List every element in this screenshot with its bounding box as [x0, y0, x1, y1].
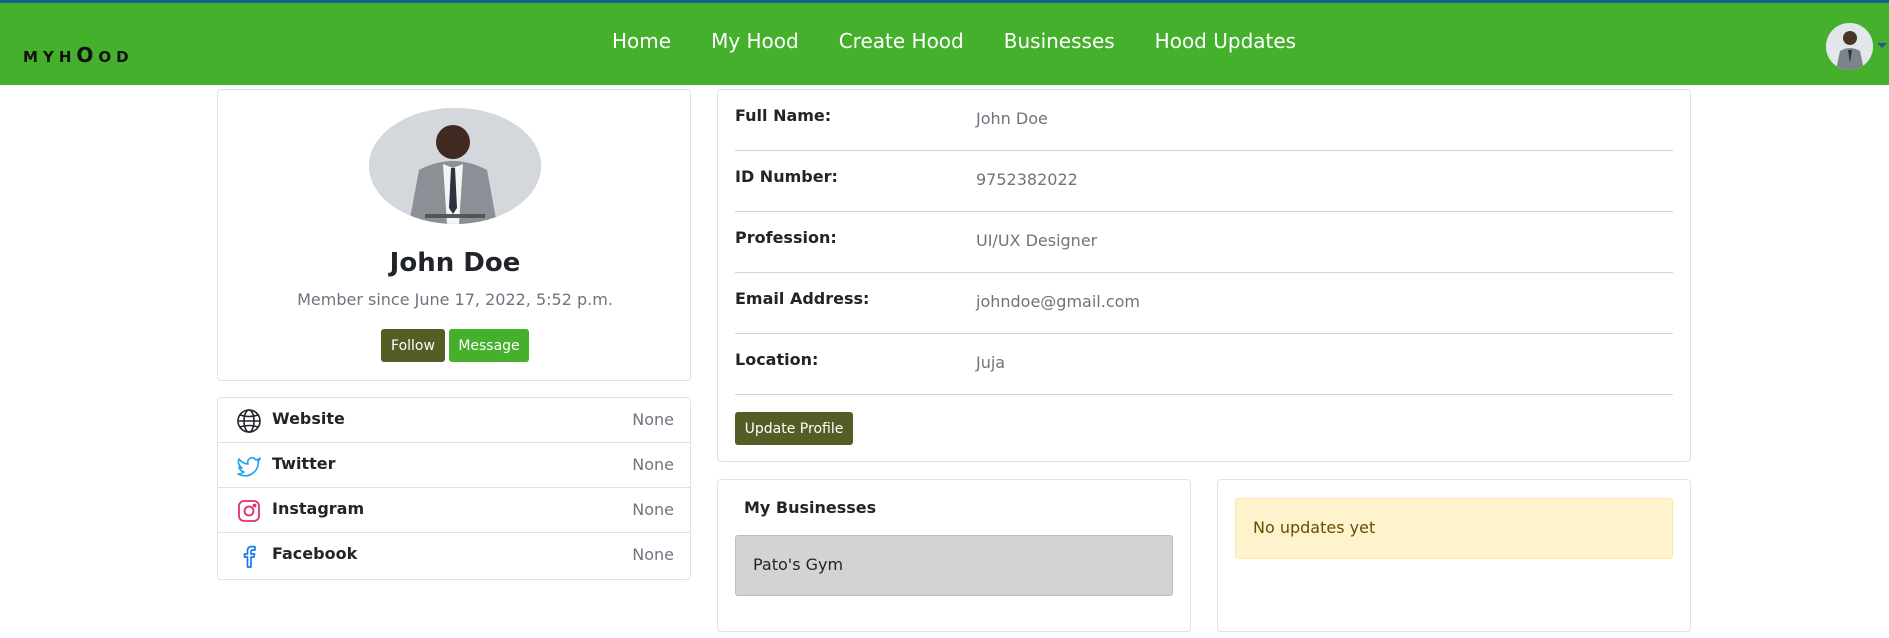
instagram-icon: [236, 498, 262, 524]
detail-row-id-number: ID Number: 9752382022: [735, 151, 1673, 212]
list-item[interactable]: Twitter None: [218, 443, 690, 488]
detail-row-location: Location: Juja: [735, 334, 1673, 395]
detail-label: Profession:: [735, 228, 837, 247]
my-businesses-card: My Businesses Pato's Gym: [717, 479, 1191, 632]
social-label: Twitter: [272, 454, 336, 473]
social-value: None: [632, 410, 674, 429]
detail-value: UI/UX Designer: [976, 231, 1098, 250]
social-label: Facebook: [272, 544, 358, 563]
my-businesses-title: My Businesses: [744, 498, 877, 517]
profile-card: John Doe Member since June 17, 2022, 5:5…: [217, 89, 691, 381]
nav-link-my-hood[interactable]: My Hood: [711, 29, 799, 53]
detail-row-full-name: Full Name: John Doe: [735, 90, 1673, 151]
list-item[interactable]: Instagram None: [218, 488, 690, 533]
profile-details-card: Full Name: John Doe ID Number: 975238202…: [717, 89, 1691, 462]
hood-updates-card: No updates yet: [1217, 479, 1691, 632]
detail-value: 9752382022: [976, 170, 1078, 189]
detail-row-email: Email Address: johndoe@gmail.com: [735, 273, 1673, 334]
detail-label: Full Name:: [735, 106, 832, 125]
business-name: Pato's Gym: [753, 555, 844, 574]
detail-value: johndoe@gmail.com: [976, 292, 1140, 311]
globe-icon: [236, 408, 262, 434]
detail-label: Email Address:: [735, 289, 870, 308]
profile-photo: [369, 108, 541, 224]
twitter-icon: [236, 453, 262, 479]
profile-name: John Doe: [389, 248, 521, 278]
no-updates-alert: No updates yet: [1235, 498, 1673, 559]
navbar: MYHOOD Home My Hood Create Hood Business…: [0, 3, 1889, 85]
chevron-down-icon[interactable]: [1877, 43, 1887, 48]
follow-button[interactable]: Follow: [381, 329, 445, 362]
social-value: None: [632, 455, 674, 474]
social-links-list: Website None Twitter None Instagram None: [217, 397, 691, 580]
detail-label: ID Number:: [735, 167, 838, 186]
facebook-icon: [236, 543, 262, 569]
detail-label: Location:: [735, 350, 819, 369]
nav-links: Home My Hood Create Hood Businesses Hood…: [612, 29, 1336, 53]
member-since-text: Member since June 17, 2022, 5:52 p.m.: [297, 290, 613, 309]
social-value: None: [632, 545, 674, 564]
brand-logo[interactable]: MYHOOD: [23, 43, 134, 67]
update-profile-button[interactable]: Update Profile: [735, 412, 853, 445]
list-item[interactable]: Facebook None: [218, 533, 690, 578]
nav-link-hood-updates[interactable]: Hood Updates: [1155, 29, 1296, 53]
no-updates-text: No updates yet: [1253, 518, 1376, 537]
detail-value: Juja: [976, 353, 1006, 372]
list-item[interactable]: Website None: [218, 398, 690, 443]
nav-link-create-hood[interactable]: Create Hood: [839, 29, 964, 53]
social-label: Website: [272, 409, 345, 428]
social-label: Instagram: [272, 499, 365, 518]
detail-row-profession: Profession: UI/UX Designer: [735, 212, 1673, 273]
detail-value: John Doe: [976, 109, 1048, 128]
business-item[interactable]: Pato's Gym: [735, 535, 1173, 596]
social-value: None: [632, 500, 674, 519]
nav-link-businesses[interactable]: Businesses: [1004, 29, 1115, 53]
user-avatar[interactable]: [1826, 23, 1873, 70]
message-button[interactable]: Message: [449, 329, 529, 362]
nav-link-home[interactable]: Home: [612, 29, 671, 53]
